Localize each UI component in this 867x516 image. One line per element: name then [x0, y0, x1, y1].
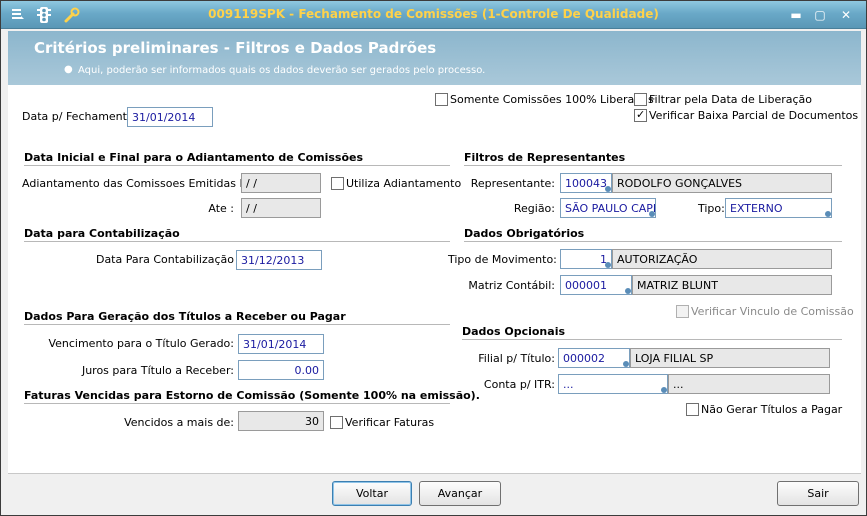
data-fechamento-label: Data p/ Fechamento: [22, 110, 138, 123]
lookup-icon[interactable] [661, 387, 667, 393]
verificar-faturas-checkbox[interactable]: Verificar Faturas [330, 415, 434, 429]
divider [24, 165, 450, 166]
title-bar: 009119SPK - Fechamento de Comissões (1-C… [1, 1, 866, 29]
ate-input[interactable]: / / [241, 198, 321, 218]
divider [24, 241, 450, 242]
data-fechamento-input[interactable]: 31/01/2014 [127, 107, 213, 127]
field-value: 100043 [565, 177, 607, 190]
checkbox-label: Somente Comissões 100% Liberadas [450, 92, 654, 106]
header-subtitle: Aqui, poderão ser informados quais os da… [78, 65, 486, 76]
vencidos-label: Vencidos a mais de: [124, 416, 234, 429]
conta-name-field: ... [668, 374, 830, 394]
baixa-parcial-checkbox[interactable]: Verificar Baixa Parcial de Documentos [634, 108, 858, 122]
emitidas-label: Adiantamento das Comissoes Emitidas De : [22, 177, 262, 190]
checkbox-box[interactable] [634, 92, 647, 106]
filial-label: Filial p/ Título: [478, 352, 555, 365]
utiliza-adiantamento-checkbox[interactable]: Utiliza Adiantamento [331, 176, 461, 190]
ate-label: Ate : [208, 202, 234, 215]
checkbox-box[interactable] [686, 402, 699, 416]
lookup-icon[interactable] [623, 361, 629, 367]
form-content: Data p/ Fechamento: 31/01/2014 Somente C… [8, 85, 861, 473]
field-value: EXTERNO [730, 202, 783, 215]
tipo-input[interactable]: EXTERNO [725, 198, 832, 218]
divider [24, 324, 450, 325]
matriz-name-field: MATRIZ BLUNT [632, 275, 832, 295]
footer-bar: Voltar Avançar Sair [8, 473, 861, 513]
checkbox-label: Verificar Vinculo de Comissão [691, 304, 854, 318]
tipo-movimento-name-field: AUTORIZAÇÃO [612, 249, 832, 269]
tipo-movimento-code-input[interactable]: 1 [560, 249, 612, 269]
section-contabilizacao: Data para Contabilização [24, 227, 180, 240]
juros-label: Juros para Título a Receber: [81, 364, 234, 377]
minimize-button[interactable]: ▬ [787, 7, 805, 23]
vencimento-input[interactable]: 31/01/2014 [238, 334, 324, 354]
close-button[interactable]: ✕ [837, 7, 855, 23]
field-value: SÃO PAULO CAPIT. [565, 202, 656, 215]
matriz-label: Matriz Contábil: [468, 279, 555, 292]
checkbox-box[interactable] [435, 92, 448, 106]
lookup-icon[interactable] [825, 211, 831, 217]
field-value: 000001 [565, 279, 607, 292]
vencidos-input[interactable]: 30 [238, 411, 324, 431]
checkbox-label: Não Gerar Títulos a Pagar [701, 402, 843, 416]
window-title: 009119SPK - Fechamento de Comissões (1-C… [208, 7, 659, 21]
somente-liberadas-checkbox[interactable]: Somente Comissões 100% Liberadas [435, 92, 654, 106]
traffic-light-icon[interactable] [35, 7, 53, 23]
contabilizacao-label: Data Para Contabilização [95, 253, 234, 266]
vencimento-label: Vencimento para o Título Gerado: [48, 337, 234, 350]
checkbox-box[interactable] [676, 304, 689, 318]
checkbox-label: Filtrar pela Data de Liberação [649, 92, 813, 106]
section-titulos: Dados Para Geração dos Títulos a Receber… [24, 310, 346, 323]
regiao-label: Região: [513, 202, 555, 215]
wrench-icon[interactable] [63, 7, 81, 23]
filial-code-input[interactable]: 000002 [558, 348, 630, 368]
tipo-movimento-label: Tipo de Movimento: [448, 253, 557, 266]
tipo-label: Tipo: [698, 202, 725, 215]
section-faturas: Faturas Vencidas para Estorno de Comissã… [24, 389, 480, 402]
voltar-button[interactable]: Voltar [332, 481, 412, 506]
header-panel: Critérios preliminares - Filtros e Dados… [8, 31, 861, 85]
lookup-icon[interactable] [625, 288, 631, 294]
section-obrigatorios: Dados Obrigatórios [464, 227, 585, 240]
bullet-icon: ● [64, 64, 73, 75]
checkbox-box[interactable] [634, 108, 647, 122]
section-opcionais: Dados Opcionais [462, 325, 566, 338]
verificar-vinculo-checkbox[interactable]: Verificar Vinculo de Comissão [676, 304, 854, 318]
conta-code-input[interactable]: ... [558, 374, 668, 394]
maximize-button[interactable]: ▢ [811, 7, 829, 23]
checkbox-label: Verificar Baixa Parcial de Documentos [649, 108, 859, 122]
section-representantes: Filtros de Representantes [464, 151, 626, 164]
lookup-icon[interactable] [649, 211, 655, 217]
juros-input[interactable]: 0.00 [238, 360, 324, 380]
representante-name-field: RODOLFO GONÇALVES [612, 173, 832, 193]
field-value: ... [563, 378, 574, 391]
divider [464, 165, 842, 166]
divider [462, 339, 842, 340]
emitidas-input[interactable]: / / [241, 173, 321, 193]
filial-name-field: LOJA FILIAL SP [630, 348, 830, 368]
avancar-button[interactable]: Avançar [419, 481, 501, 506]
field-value: 000002 [563, 352, 605, 365]
checkbox-box[interactable] [331, 176, 344, 190]
menu-icon[interactable] [9, 7, 27, 23]
lookup-icon[interactable] [605, 262, 611, 268]
matriz-code-input[interactable]: 000001 [560, 275, 632, 295]
divider [464, 241, 842, 242]
representante-label: Representante: [470, 177, 555, 190]
conta-label: Conta p/ ITR: [483, 378, 555, 391]
regiao-input[interactable]: SÃO PAULO CAPIT. [560, 198, 656, 218]
divider [24, 403, 450, 404]
checkbox-box[interactable] [330, 415, 343, 429]
checkbox-label: Utiliza Adiantamento [346, 176, 462, 190]
representante-code-input[interactable]: 100043 [560, 173, 612, 193]
main-window: 009119SPK - Fechamento de Comissões (1-C… [0, 0, 867, 516]
lookup-icon[interactable] [605, 186, 611, 192]
sair-button[interactable]: Sair [777, 481, 859, 506]
checkbox-label: Verificar Faturas [345, 415, 435, 429]
header-title: Critérios preliminares - Filtros e Dados… [34, 39, 437, 57]
nao-gerar-titulos-checkbox[interactable]: Não Gerar Títulos a Pagar [686, 402, 842, 416]
filtrar-data-checkbox[interactable]: Filtrar pela Data de Liberação [634, 92, 812, 106]
section-adiantamento: Data Inicial e Final para o Adiantamento… [24, 151, 364, 164]
contabilizacao-input[interactable]: 31/12/2013 [236, 250, 322, 270]
